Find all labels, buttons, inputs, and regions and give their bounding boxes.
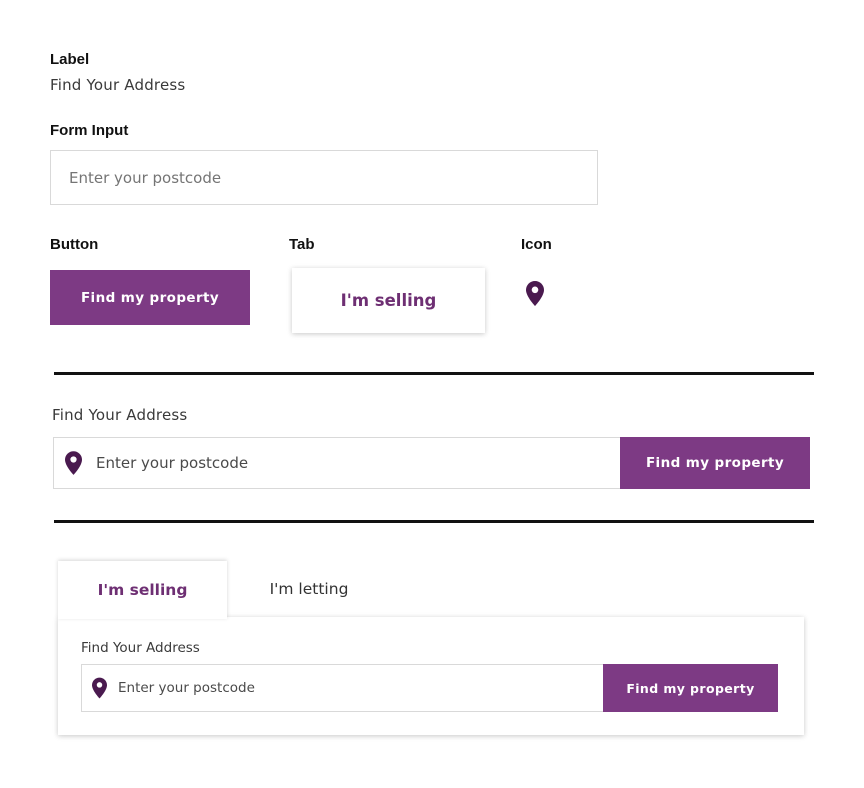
search-bar-button[interactable]: Find my property [620, 437, 810, 489]
panel-find-property-button[interactable]: Find my property [603, 664, 778, 712]
search-label: Find Your Address [52, 406, 188, 424]
section-divider [54, 372, 814, 375]
icon-caption: Icon [521, 236, 552, 253]
map-pin-icon [526, 281, 544, 306]
tab-selling[interactable]: I'm selling [292, 268, 485, 333]
search-placeholder: Enter your postcode [96, 454, 249, 472]
label-example: Find Your Address [50, 76, 186, 94]
search-bar-input[interactable]: Enter your postcode [53, 437, 621, 489]
map-pin-icon [92, 677, 107, 699]
panel-search-placeholder: Enter your postcode [118, 680, 255, 696]
panel-search-input[interactable]: Enter your postcode [81, 664, 604, 712]
tab-selling-active[interactable]: I'm selling [58, 561, 227, 619]
map-pin-icon [65, 451, 82, 475]
tab-caption: Tab [289, 236, 315, 253]
tab-letting[interactable]: I'm letting [232, 561, 386, 617]
postcode-input[interactable] [50, 150, 598, 205]
panel-search-label: Find Your Address [81, 640, 200, 656]
find-property-button[interactable]: Find my property [50, 270, 250, 325]
label-caption: Label [50, 51, 90, 68]
section-divider [54, 520, 814, 523]
button-caption: Button [50, 236, 99, 253]
form-input-caption: Form Input [50, 122, 129, 139]
